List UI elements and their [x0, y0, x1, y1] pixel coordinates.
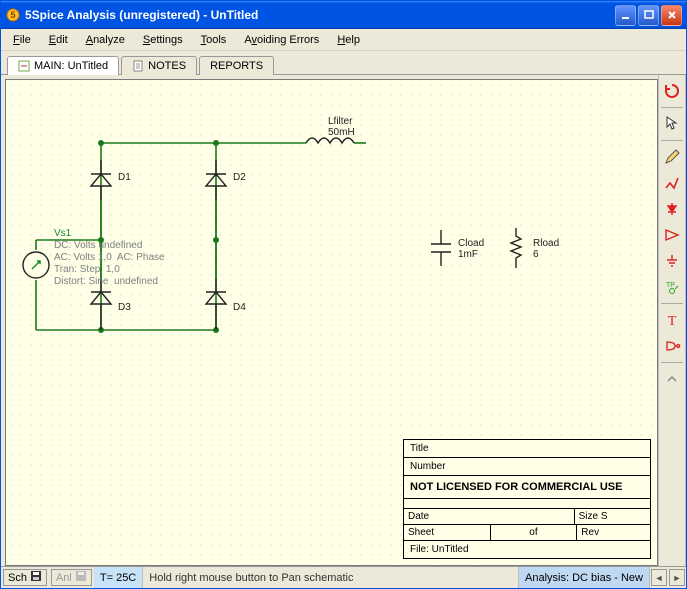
minimize-button[interactable] — [615, 5, 636, 26]
lfilter-name-label[interactable]: Lfilter — [328, 116, 352, 127]
status-temperature[interactable]: T= 25C — [94, 567, 143, 588]
d2-label[interactable]: D2 — [233, 172, 246, 183]
resistor-rload[interactable] — [511, 228, 521, 268]
rload-name-label[interactable]: Rload — [533, 238, 559, 249]
tab-notes[interactable]: NOTES — [121, 56, 197, 75]
d4-label[interactable]: D4 — [233, 302, 246, 313]
schematic-icon — [18, 60, 30, 72]
scroll-right-button[interactable]: ► — [669, 569, 685, 586]
vs1-dc-label: DC: Volts undefined — [54, 240, 142, 253]
vs1-ac-label: AC: Volts 1,0 AC: Phase — [54, 252, 165, 265]
app-icon: 5 — [5, 7, 21, 23]
scroll-up-button[interactable] — [660, 367, 684, 391]
capacitor-cload[interactable] — [431, 230, 451, 266]
menu-avoiding-errors[interactable]: Avoiding Errors — [236, 32, 327, 48]
tab-reports[interactable]: REPORTS — [199, 56, 274, 75]
titleblock-date-label: Date — [404, 509, 575, 524]
menubar: File Edit Analyze Settings Tools Avoidin… — [1, 29, 686, 51]
edit-tool-button[interactable] — [660, 145, 684, 169]
d3-label[interactable]: D3 — [118, 302, 131, 313]
titleblock-license: NOT LICENSED FOR COMMERCIAL USE — [404, 476, 650, 499]
tabbar: MAIN: UnTitled NOTES REPORTS — [1, 51, 686, 75]
notes-icon — [132, 60, 144, 72]
statusbar: Sch Anl T= 25C Hold right mouse button t… — [1, 566, 686, 588]
titlebar-buttons — [615, 5, 682, 26]
status-sch-button[interactable]: Sch — [3, 569, 47, 586]
tab-main[interactable]: MAIN: UnTitled — [7, 56, 119, 75]
voltage-source-vs1[interactable] — [23, 252, 49, 278]
canvas-wrap: Lfilter 50mH D1 D2 D3 D4 Cload 1mF Rload… — [1, 75, 658, 566]
lfilter-value-label[interactable]: 50mH — [328, 127, 355, 138]
diode-d4[interactable] — [206, 278, 226, 330]
titleblock-sheet-label: Sheet — [404, 525, 491, 540]
rload-value-label[interactable]: 6 — [533, 249, 539, 260]
menu-file[interactable]: File — [5, 32, 39, 48]
app-window: 5 5Spice Analysis (unregistered) - UnTit… — [0, 0, 687, 589]
ground-tool-button[interactable] — [660, 249, 684, 273]
status-sch-label: Sch — [8, 572, 27, 584]
inductor-lfilter[interactable] — [306, 138, 366, 143]
menu-analyze[interactable]: Analyze — [78, 32, 133, 48]
status-anl-label: Anl — [56, 572, 72, 584]
menu-settings[interactable]: Settings — [135, 32, 191, 48]
status-anl-button[interactable]: Anl — [51, 569, 92, 586]
save-icon — [30, 570, 42, 585]
vs1-tran-label: Tran: Step 1,0 — [54, 264, 120, 277]
content-area: Lfilter 50mH D1 D2 D3 D4 Cload 1mF Rload… — [1, 75, 686, 566]
titleblock-title-label: Title — [410, 443, 429, 454]
testpoint-tool-button[interactable]: TP — [660, 275, 684, 299]
window-title: 5Spice Analysis (unregistered) - UnTitle… — [25, 8, 615, 22]
cload-name-label[interactable]: Cload — [458, 238, 484, 249]
wire-tool-button[interactable] — [660, 171, 684, 195]
titleblock-number-label: Number — [410, 461, 446, 472]
vs1-distort-label: Distort: Sine undefined — [54, 276, 158, 289]
refresh-button[interactable] — [660, 79, 684, 103]
save-icon-disabled — [75, 570, 87, 585]
status-analysis[interactable]: Analysis: DC bias - New — [519, 567, 650, 588]
gate-tool-button[interactable] — [660, 334, 684, 358]
schematic-canvas[interactable]: Lfilter 50mH D1 D2 D3 D4 Cload 1mF Rload… — [5, 79, 658, 566]
scroll-left-button[interactable]: ◄ — [651, 569, 667, 586]
status-hint: Hold right mouse button to Pan schematic — [143, 567, 519, 588]
tab-reports-label: REPORTS — [210, 60, 263, 72]
right-toolbar: TP T — [658, 75, 686, 566]
menu-help[interactable]: Help — [329, 32, 368, 48]
titleblock-rev-label: Rev — [577, 525, 650, 540]
pointer-tool-button[interactable] — [660, 112, 684, 136]
diode-tool-button[interactable] — [660, 197, 684, 221]
opamp-tool-button[interactable] — [660, 223, 684, 247]
title-block[interactable]: Title Number NOT LICENSED FOR COMMERCIAL… — [403, 439, 651, 559]
tab-notes-label: NOTES — [148, 60, 186, 72]
svg-text:5: 5 — [10, 10, 15, 20]
menu-edit[interactable]: Edit — [41, 32, 76, 48]
cload-value-label[interactable]: 1mF — [458, 249, 478, 260]
maximize-button[interactable] — [638, 5, 659, 26]
close-button[interactable] — [661, 5, 682, 26]
svg-text:T: T — [668, 314, 677, 329]
tab-main-label: MAIN: UnTitled — [34, 60, 108, 72]
svg-text:TP: TP — [666, 282, 675, 289]
d1-label[interactable]: D1 — [118, 172, 131, 183]
titleblock-of-label: of — [491, 525, 578, 540]
vs1-name-label[interactable]: Vs1 — [54, 228, 71, 239]
text-tool-button[interactable]: T — [660, 308, 684, 332]
titleblock-size-label: Size S — [575, 509, 650, 524]
titlebar[interactable]: 5 5Spice Analysis (unregistered) - UnTit… — [1, 1, 686, 29]
titleblock-file-label: File: UnTitled — [410, 544, 469, 555]
menu-tools[interactable]: Tools — [193, 32, 235, 48]
